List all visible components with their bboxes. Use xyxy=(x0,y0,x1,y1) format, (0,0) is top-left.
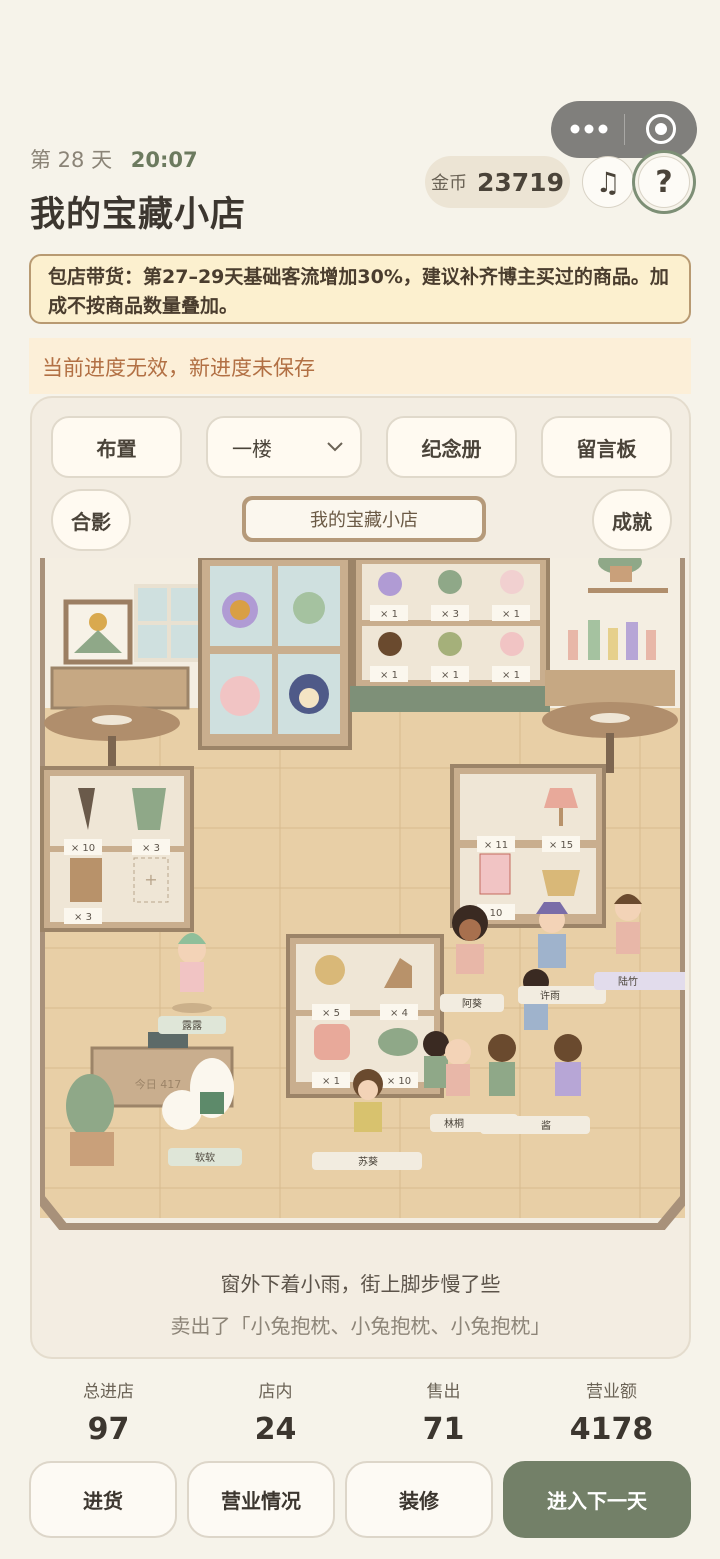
name-tag-ruanruan: 软软 xyxy=(195,1151,215,1164)
stat-in-store: 店内 24 xyxy=(192,1377,359,1447)
name-tag-xuyu: 许雨 xyxy=(540,990,560,1002)
shop-signboard: 我的宝藏小店 xyxy=(242,496,486,542)
close-miniprogram-icon[interactable] xyxy=(646,114,676,144)
teapot-item-icon xyxy=(378,1028,418,1056)
stat-value: 4178 xyxy=(569,1412,654,1447)
shop-scene[interactable]: × 1 × 3 × 1 × 1 × 1 × 1 + × 10 × 3 × 3 ×… xyxy=(40,558,685,1230)
floor-select[interactable]: 一楼 xyxy=(206,416,362,478)
center-shelf-count-4: × 10 xyxy=(387,1076,411,1087)
name-tag-akui: 阿葵 xyxy=(462,998,482,1010)
character-xuyu[interactable] xyxy=(536,902,568,968)
page-title: 我的宝藏小店 xyxy=(30,195,247,235)
stat-label: 营业额 xyxy=(586,1382,637,1402)
chevron-down-icon xyxy=(327,442,343,452)
miniprogram-capsule[interactable] xyxy=(551,101,697,158)
stat-revenue: 营业额 4178 xyxy=(528,1377,695,1447)
decorate-button[interactable]: 装修 xyxy=(345,1461,493,1538)
music-note-icon: ♫ xyxy=(595,165,621,199)
name-tag-sukui: 苏葵 xyxy=(358,1155,378,1168)
right-shelf-count-2: × 15 xyxy=(549,840,573,851)
right-shelf-count-3: 10 xyxy=(490,908,503,919)
teddy-bear-item-icon xyxy=(315,955,345,985)
rack-count-4: × 1 xyxy=(380,670,398,681)
center-shelf-count-3: × 1 xyxy=(322,1076,340,1087)
deer-poster-icon xyxy=(293,592,325,624)
coin-value: 23719 xyxy=(477,167,564,197)
name-tag-luzhu: 陆竹 xyxy=(618,975,638,988)
next-day-button[interactable]: 进入下一天 xyxy=(503,1461,691,1538)
more-icon[interactable] xyxy=(569,115,609,143)
rack-count-1: × 1 xyxy=(380,609,398,620)
center-shelf-count-1: × 5 xyxy=(322,1008,340,1019)
stat-value: 97 xyxy=(87,1412,130,1447)
stat-value: 24 xyxy=(254,1412,297,1447)
stat-label: 总进店 xyxy=(83,1382,134,1402)
promo-notice: 包店带货：第27–29天基础客流增加30%，建议补齐博主买过的商品。加成不按商品… xyxy=(29,254,691,324)
layout-button[interactable]: 布置 xyxy=(51,416,182,478)
shop-sign-text: 我的宝藏小店 xyxy=(246,500,482,538)
capsule-divider xyxy=(624,114,625,145)
group-photo-button[interactable]: 合影 xyxy=(51,489,131,551)
bunny-poster-icon xyxy=(220,676,260,716)
coin-balance: 金币 23719 xyxy=(425,156,570,208)
jacket-item-icon xyxy=(132,788,166,830)
rack-count-6: × 1 xyxy=(502,670,520,681)
day-label: 第 28 天 xyxy=(30,148,113,172)
name-tag-jiang: 酱 xyxy=(541,1119,551,1132)
clock-time: 20:07 xyxy=(130,148,198,172)
story-line-sales: 卖出了「小兔抱枕、小兔抱枕、小兔抱枕」 xyxy=(170,1314,551,1338)
restock-button[interactable]: 进货 xyxy=(29,1461,177,1538)
music-button[interactable]: ♫ xyxy=(582,156,634,208)
day-time-line: 第 28 天 20:07 xyxy=(30,144,198,174)
center-shelf-count-2: × 4 xyxy=(390,1008,408,1019)
left-shelf-count-3: × 3 xyxy=(74,912,92,923)
stat-value: 71 xyxy=(422,1412,465,1447)
rack-count-2: × 3 xyxy=(441,609,459,620)
rack-count-5: × 1 xyxy=(441,670,459,681)
basket-item-icon xyxy=(542,870,580,896)
progress-warning: 当前进度无效，新进度未保存 xyxy=(29,338,691,394)
stat-label: 售出 xyxy=(426,1382,461,1402)
left-shelf-count-1: × 10 xyxy=(71,843,95,854)
album-button[interactable]: 纪念册 xyxy=(386,416,517,478)
left-shelf-count-2: × 3 xyxy=(142,843,160,854)
floor-select-value: 一楼 xyxy=(232,436,272,461)
rack-count-3: × 1 xyxy=(502,609,520,620)
name-tag-lulu: 露露 xyxy=(182,1020,202,1032)
name-tag-lintong: 林桐 xyxy=(444,1117,464,1130)
coin-label: 金币 xyxy=(431,173,467,194)
help-button[interactable]: ? xyxy=(638,156,690,208)
stat-sold: 售出 71 xyxy=(360,1377,527,1447)
business-status-button[interactable]: 营业情况 xyxy=(187,1461,335,1538)
shop-panel: 布置 一楼 纪念册 留言板 合影 成就 我的宝藏小店 × 1 × 3 × 1 ×… xyxy=(30,396,691,1359)
stat-total-visitors: 总进店 97 xyxy=(25,1377,192,1447)
pillow-item-icon xyxy=(314,1024,350,1060)
stat-label: 店内 xyxy=(258,1382,293,1402)
right-shelf-count-1: × 11 xyxy=(484,840,508,851)
register-text: 今日 417 xyxy=(135,1077,182,1091)
story-line-weather: 窗外下着小雨，街上脚步慢了些 xyxy=(220,1272,501,1296)
cactus-icon xyxy=(66,1074,114,1138)
question-icon: ? xyxy=(655,164,673,200)
message-board-button[interactable]: 留言板 xyxy=(541,416,672,478)
notebook-item-icon xyxy=(479,853,511,895)
svg-text:+: + xyxy=(144,870,157,889)
character-luzhu[interactable] xyxy=(614,894,642,954)
achievement-button[interactable]: 成就 xyxy=(592,489,672,551)
pants-item-icon xyxy=(70,858,102,902)
register-icon xyxy=(148,1032,188,1048)
